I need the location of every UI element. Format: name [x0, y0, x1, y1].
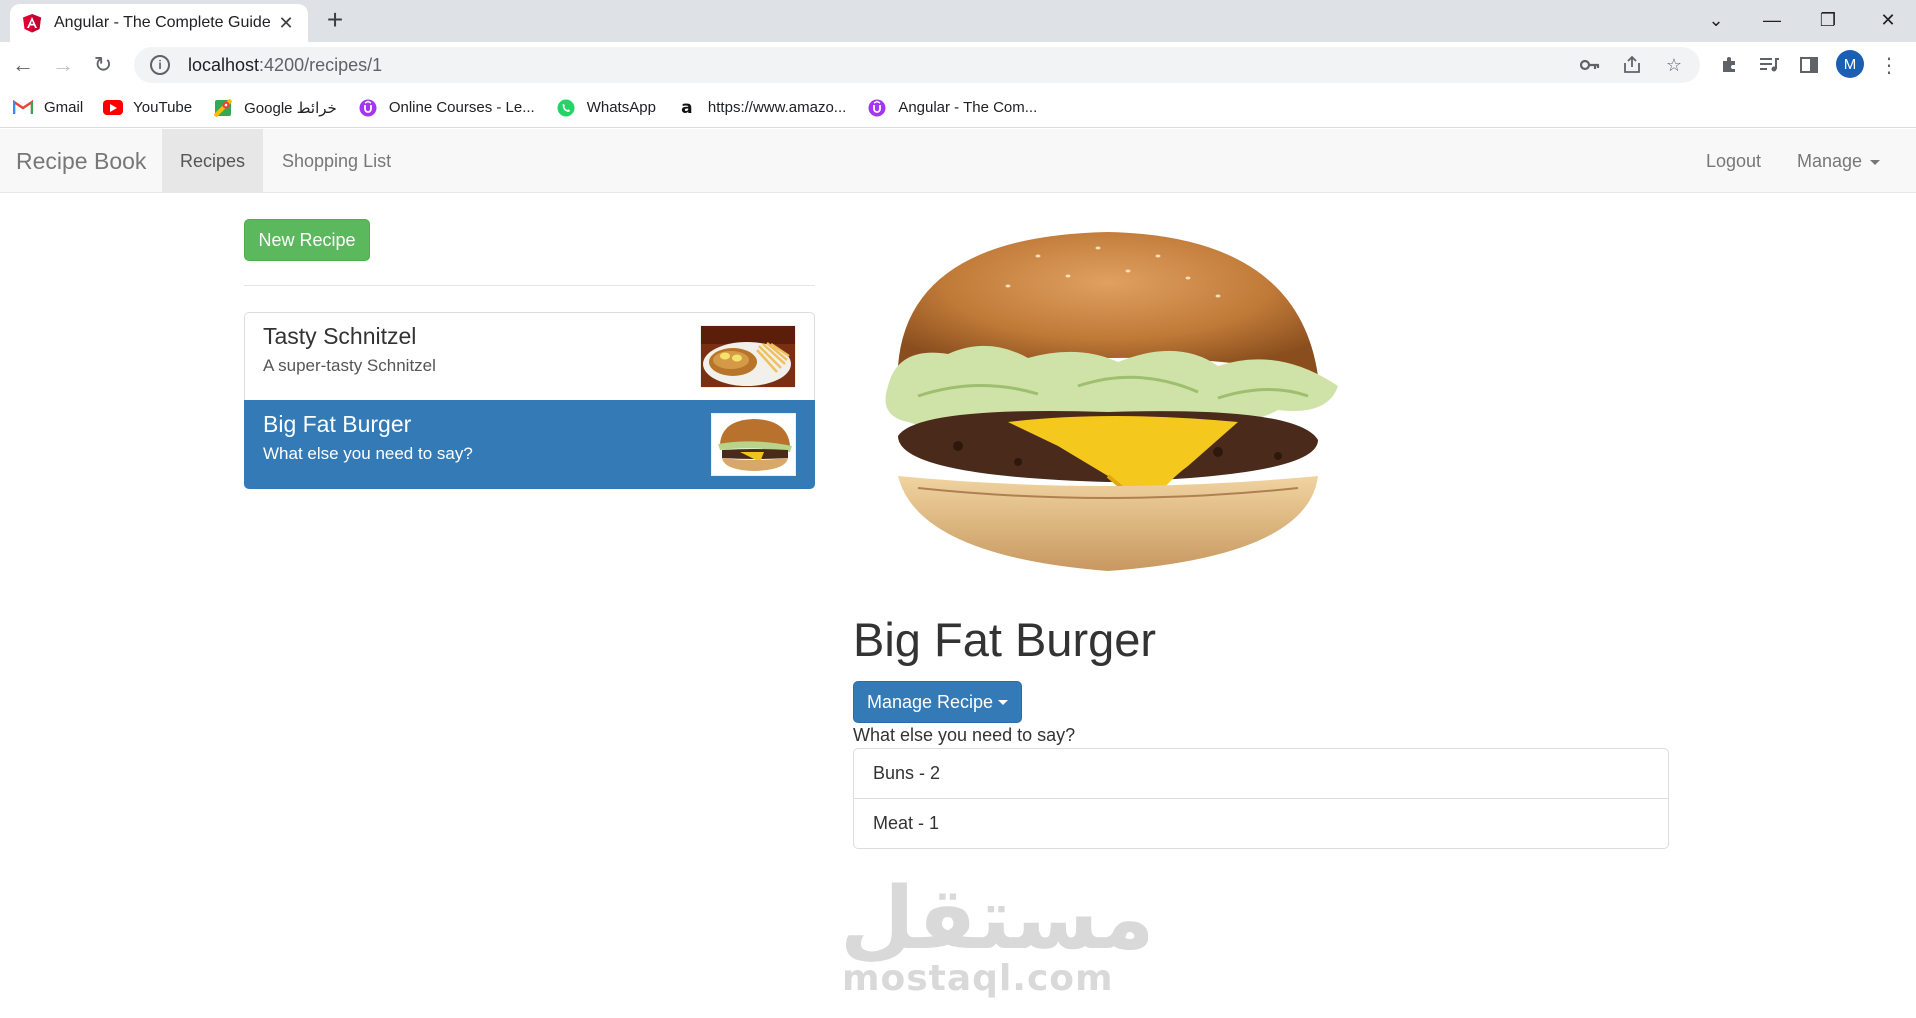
whatsapp-icon [555, 99, 577, 117]
share-icon[interactable] [1620, 53, 1644, 77]
profile-avatar[interactable]: M [1836, 50, 1864, 78]
bookmark-label: WhatsApp [586, 99, 656, 116]
bookmark-gmail[interactable]: Gmail [12, 99, 83, 117]
browser-tab[interactable]: Angular - The Complete Guide ✕ [10, 4, 308, 42]
tab-search-icon[interactable]: ⌄ [1688, 0, 1744, 40]
recipe-list: Tasty Schnitzel A super-tasty Schnitzel … [244, 312, 815, 489]
recipe-item-tasty-schnitzel[interactable]: Tasty Schnitzel A super-tasty Schnitzel [244, 312, 815, 401]
side-panel-icon[interactable] [1794, 50, 1824, 80]
browser-tab-strip: Angular - The Complete Guide ✕ + ⌄ — ❐ ✕ [0, 0, 1916, 42]
watermark-logo-arabic: مستقل [840, 869, 1155, 969]
minimize-button[interactable]: — [1744, 0, 1800, 40]
bookmark-online-courses[interactable]: Online Courses - Le... [357, 99, 535, 117]
caret-down-icon [998, 699, 1009, 705]
bookmark-label: https://www.amazo... [707, 99, 847, 116]
extensions-icon[interactable] [1714, 50, 1744, 80]
password-key-icon[interactable] [1578, 53, 1602, 77]
close-tab-icon[interactable]: ✕ [276, 13, 296, 34]
nav-manage-dropdown[interactable]: Manage [1779, 129, 1898, 193]
recipe-image [858, 226, 1358, 586]
gmail-icon [12, 99, 34, 117]
nav-manage-label: Manage [1797, 151, 1863, 171]
ingredient-item[interactable]: Buns - 2 [853, 748, 1669, 799]
bookmark-label: Google خرائط [244, 99, 337, 117]
browser-toolbar: ← → ↻ i localhost:4200/recipes/1 ☆ M ⋮ [0, 42, 1916, 88]
close-window-button[interactable]: ✕ [1860, 0, 1916, 40]
url-path: :4200/recipes/1 [259, 54, 383, 75]
ingredient-item[interactable]: Meat - 1 [853, 798, 1669, 849]
bookmark-star-icon[interactable]: ☆ [1662, 53, 1686, 77]
restore-button[interactable]: ❐ [1800, 0, 1856, 40]
watermark-logo-latin: mostaql.com [842, 958, 1114, 999]
amazon-icon: a [681, 97, 693, 118]
brand-link[interactable]: Recipe Book [16, 129, 146, 193]
google-maps-icon [212, 98, 234, 117]
back-icon[interactable]: ← [8, 50, 38, 80]
bookmark-whatsapp[interactable]: WhatsApp [555, 99, 656, 117]
ingredient-list: Buns - 2 Meat - 1 [853, 748, 1669, 849]
burger-thumbnail [711, 413, 796, 476]
udemy-icon [357, 99, 379, 117]
new-recipe-button[interactable]: New Recipe [244, 219, 370, 261]
tab-title: Angular - The Complete Guide [54, 14, 271, 31]
new-tab-button[interactable]: + [320, 6, 350, 36]
bookmark-amazon[interactable]: a https://www.amazo... [676, 97, 847, 118]
bookmark-label: Angular - The Com... [898, 99, 1038, 116]
site-info-icon[interactable]: i [150, 55, 170, 75]
bookmarks-bar: Gmail YouTube Google خرائط Online Course… [0, 88, 1916, 128]
bookmark-google-maps[interactable]: Google خرائط [212, 98, 337, 117]
manage-recipe-label: Manage Recipe [866, 691, 994, 712]
bookmark-label: YouTube [133, 99, 193, 116]
nav-recipes[interactable]: Recipes [162, 129, 264, 193]
divider [244, 285, 815, 286]
youtube-icon [103, 100, 124, 115]
chrome-menu-icon[interactable]: ⋮ [1874, 50, 1904, 80]
media-control-icon[interactable] [1754, 50, 1784, 80]
caret-down-icon [1870, 159, 1881, 165]
bookmark-label: Online Courses - Le... [388, 99, 535, 116]
forward-icon[interactable]: → [48, 50, 78, 80]
address-bar[interactable]: i localhost:4200/recipes/1 ☆ [134, 47, 1700, 83]
app-navbar: Recipe Book Recipes Shopping List Logout… [0, 129, 1916, 193]
nav-shopping-list[interactable]: Shopping List [264, 129, 409, 193]
bookmark-angular-course[interactable]: Angular - The Com... [866, 99, 1037, 117]
reload-icon[interactable]: ↻ [88, 50, 118, 80]
recipe-detail-description: What else you need to say? [853, 725, 1076, 745]
recipe-item-big-fat-burger[interactable]: Big Fat Burger What else you need to say… [244, 400, 815, 489]
udemy-icon [866, 99, 888, 117]
bookmark-label: Gmail [44, 99, 84, 116]
manage-recipe-button[interactable]: Manage Recipe [853, 681, 1022, 723]
angular-icon [23, 14, 41, 33]
url-host: localhost [188, 54, 260, 75]
schnitzel-thumbnail [700, 325, 796, 388]
nav-logout[interactable]: Logout [1688, 129, 1779, 193]
bookmark-youtube[interactable]: YouTube [103, 99, 192, 116]
recipe-detail-title: Big Fat Burger [853, 613, 1157, 666]
